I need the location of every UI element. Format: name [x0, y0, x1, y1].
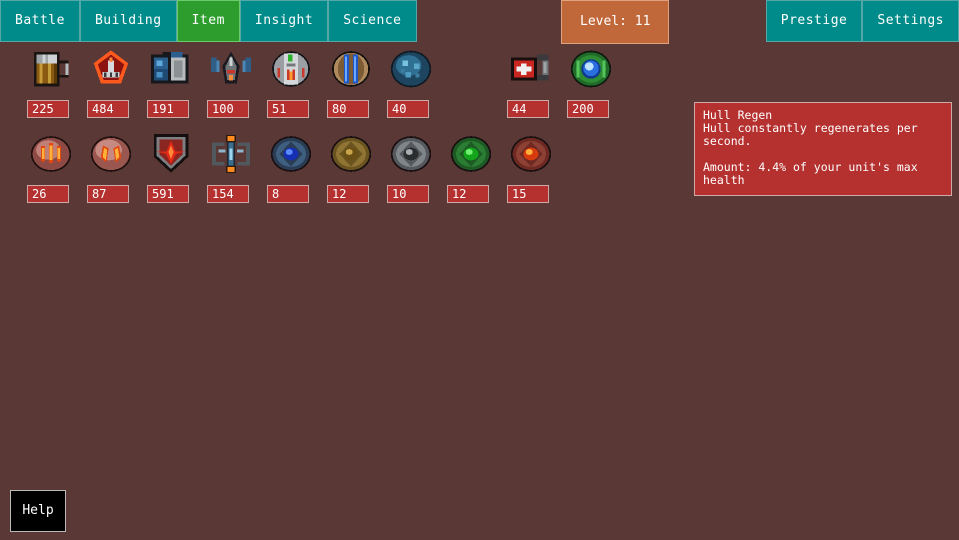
item-slot[interactable]: 44 — [507, 44, 563, 118]
red-gem-orb-icon[interactable] — [508, 131, 554, 177]
item-count-badge: 80 — [327, 100, 369, 118]
tab-insight[interactable]: Insight — [239, 0, 329, 42]
nav-left-tabs: Battle Building Item Insight Science — [0, 0, 417, 42]
green-blue-orb-icon[interactable] — [568, 46, 614, 92]
beer-mug-icon[interactable] — [28, 46, 74, 92]
item-count-badge: 44 — [507, 100, 549, 118]
red-star-shield-icon[interactable] — [148, 131, 194, 177]
tab-science[interactable]: Science — [328, 0, 417, 42]
item-slot[interactable]: 200 — [567, 44, 623, 118]
item-slot[interactable]: 12 — [327, 129, 383, 203]
blue-stone-orb-icon[interactable] — [388, 46, 434, 92]
item-count-badge: 484 — [87, 100, 129, 118]
silver-gem-orb-icon[interactable] — [388, 131, 434, 177]
medkit-icon[interactable] — [508, 46, 554, 92]
red-fang-orb-icon[interactable] — [88, 131, 134, 177]
help-button[interactable]: Help — [10, 490, 66, 532]
item-slot[interactable]: 12 — [447, 129, 503, 203]
tooltip-amount: Amount: 4.4% of your unit's max health — [703, 160, 918, 187]
item-slot[interactable]: 191 — [147, 44, 203, 118]
red-diamond-helm-icon[interactable] — [88, 46, 134, 92]
green-gem-orb-icon[interactable] — [448, 131, 494, 177]
item-count-badge: 87 — [87, 185, 129, 203]
item-count-badge: 26 — [27, 185, 69, 203]
item-slot[interactable]: 100 — [207, 44, 263, 118]
tab-battle[interactable]: Battle — [0, 0, 80, 42]
item-slot[interactable]: 40 — [387, 44, 443, 118]
item-slot[interactable]: 80 — [327, 44, 383, 118]
antenna-drone-icon[interactable] — [208, 46, 254, 92]
blue-machine-icon[interactable] — [148, 46, 194, 92]
item-slot[interactable]: 87 — [87, 129, 143, 203]
item-count-badge: 51 — [267, 100, 309, 118]
item-tooltip: Hull Regen Hull constantly regenerates p… — [694, 102, 952, 196]
blue-gem-orb-icon[interactable] — [268, 131, 314, 177]
item-count-badge: 8 — [267, 185, 309, 203]
chain-core-icon[interactable] — [208, 131, 254, 177]
blue-rods-pod-icon[interactable] — [328, 46, 374, 92]
item-count-badge: 15 — [507, 185, 549, 203]
item-slot[interactable]: 51 — [267, 44, 323, 118]
level-badge: Level: 11 — [561, 0, 670, 44]
tooltip-description: Hull constantly regenerates per second. — [703, 121, 918, 148]
item-slot[interactable]: 484 — [87, 44, 143, 118]
item-count-badge: 12 — [447, 185, 489, 203]
silver-capsule-icon[interactable] — [268, 46, 314, 92]
tab-settings[interactable]: Settings — [862, 0, 959, 42]
item-count-badge: 40 — [387, 100, 429, 118]
item-count-badge: 10 — [387, 185, 429, 203]
gold-gem-orb-icon[interactable] — [328, 131, 374, 177]
item-count-badge: 154 — [207, 185, 249, 203]
item-count-badge: 12 — [327, 185, 369, 203]
tab-item[interactable]: Item — [176, 0, 240, 42]
item-count-badge: 591 — [147, 185, 189, 203]
item-row: 26 87 591 154 8 12 10 12 15 — [0, 129, 700, 214]
item-row: 225 484 191 100 51 80 40 44 200 — [0, 44, 700, 129]
item-count-badge: 191 — [147, 100, 189, 118]
nav-right-tabs: Prestige Settings — [765, 0, 959, 42]
tab-prestige[interactable]: Prestige — [765, 0, 863, 42]
item-slot[interactable]: 591 — [147, 129, 203, 203]
item-count-badge: 100 — [207, 100, 249, 118]
item-slot[interactable]: 15 — [507, 129, 563, 203]
item-count-badge: 200 — [567, 100, 609, 118]
red-claw-orb-icon[interactable] — [28, 131, 74, 177]
navigation-bar: Battle Building Item Insight Science Level: … — [0, 0, 959, 44]
item-slot[interactable]: 8 — [267, 129, 323, 203]
item-slot[interactable]: 10 — [387, 129, 443, 203]
tab-building[interactable]: Building — [79, 0, 177, 42]
item-slot[interactable]: 26 — [27, 129, 83, 203]
item-grid: 225 484 191 100 51 80 40 44 200 26 87 591 154 8 12 10 12… — [0, 44, 700, 214]
item-slot[interactable]: 154 — [207, 129, 263, 203]
item-slot[interactable]: 225 — [27, 44, 83, 118]
item-count-badge: 225 — [27, 100, 69, 118]
